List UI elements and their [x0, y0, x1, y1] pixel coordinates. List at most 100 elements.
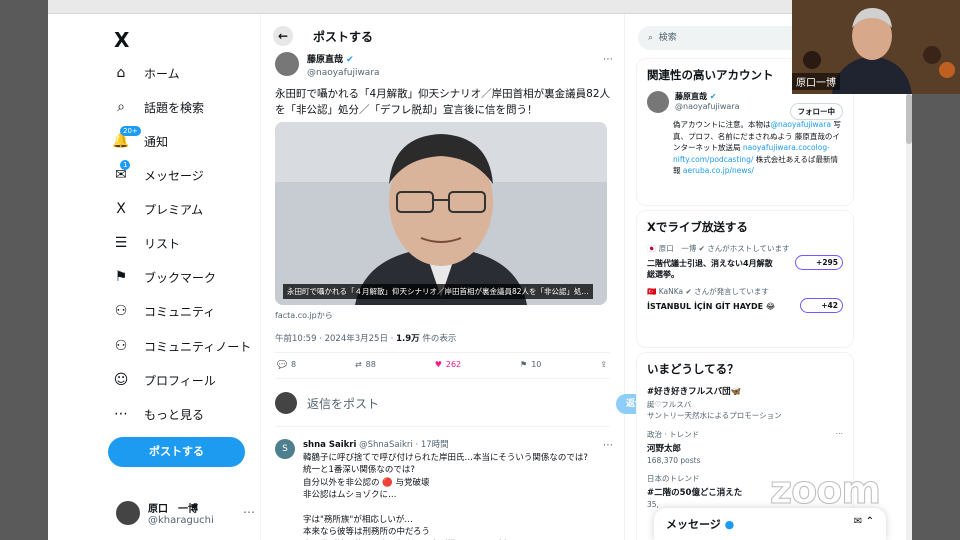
bell-icon: 🔔 20+: [112, 126, 141, 149]
avatar: [647, 91, 669, 113]
share-icon[interactable]: ⇪: [600, 360, 607, 369]
avatar: [275, 52, 299, 76]
search-icon: ⌕: [648, 33, 654, 43]
post-actions: 💬 8 ⇄ 88 ♥ 262 ⚑ 10 ⇪: [277, 360, 607, 369]
sidebar-item-8[interactable]: ⚇ コミュニティノート: [112, 335, 252, 357]
reply-line: 本来なら彼等は刑務所の中だろう: [303, 527, 430, 537]
repost-action[interactable]: ⇄ 88: [355, 360, 376, 369]
sidebar-item-6[interactable]: ⚑ ブックマーク: [112, 266, 216, 288]
sidebar-item-label: もっと見る: [144, 407, 205, 422]
mail-icon: ✉ 1: [112, 160, 131, 183]
page-title: ポストする: [313, 29, 374, 44]
image-caption: 永田町で囁かれる「４月解散」仰天シナリオ／岸田首相が裏金議員82人を「非公認」処…: [283, 284, 593, 299]
sidebar-item-label: ブックマーク: [144, 270, 217, 285]
x-logo-icon[interactable]: X: [114, 28, 129, 52]
related-account[interactable]: 藤原直哉 ✔ @naoyafujiwara フォロー中: [647, 91, 843, 120]
reply-author: shna Saikri @ShnaSaikri · 17時間: [303, 440, 449, 450]
sidebar-item-10[interactable]: ⋯ もっと見る: [112, 403, 204, 425]
post-author[interactable]: 藤原直哉 ✔ @naoyafujiwara: [275, 52, 380, 78]
account-switcher[interactable]: 原口 一博 @kharaguchi: [116, 500, 214, 526]
live-space-1[interactable]: 🇯🇵 原口 一博 ✔ さんがホストしています 二階代議士引退、消えない4月解散総…: [647, 243, 843, 280]
messages-icons[interactable]: ✉ ⌃: [854, 516, 874, 527]
link-source[interactable]: facta.co.jpから: [275, 310, 333, 321]
heart-icon: ♥: [434, 360, 442, 369]
trend-item[interactable]: #好き好きフルスバ団🦋 誕♡フルスバ サントリー天然水によるプロモーション: [647, 385, 843, 421]
sidebar-item-1[interactable]: ⌕ 話題を検索: [112, 96, 204, 118]
search-icon: ⌕: [117, 99, 125, 115]
post-meta: 午前10:59 · 2024年3月25日 · 1.9万 件の表示: [275, 334, 457, 344]
reply-line: [303, 502, 588, 514]
bookmark-icon: ⚑: [114, 269, 128, 285]
post-button[interactable]: ポストする: [108, 437, 245, 467]
related-handle: @naoyafujiwara: [675, 102, 740, 111]
reply-input[interactable]: 返信をポスト: [307, 395, 379, 412]
unread-dot-icon: ●: [724, 518, 735, 531]
sidebar-item-5[interactable]: ☰ リスト: [112, 232, 180, 254]
trend-title: #好き好きフルスバ団🦋: [647, 387, 742, 397]
video-thumbnail: 原口一博: [792, 0, 960, 94]
live-title: İSTANBUL İÇİN GİT HAYDE 😂: [647, 302, 776, 311]
account-name: 原口 一博: [148, 504, 198, 515]
scrollbar-thumb[interactable]: [906, 94, 912, 144]
live-title: 二階代議士引退、消えない4月解散総選挙。: [647, 259, 773, 279]
post-image[interactable]: 永田町で囁かれる「４月解散」仰天シナリオ／岸田首相が裏金議員82人を「非公認」処…: [275, 122, 607, 305]
home-icon: ⌂: [116, 65, 126, 81]
back-arrow-icon[interactable]: ←: [273, 26, 293, 46]
live-space-2[interactable]: 🇹🇷 KaNKa ✔ さんが発言しています İSTANBUL İÇİN GİT …: [647, 286, 843, 313]
author-handle: @naoyafujiwara: [307, 68, 380, 78]
more-icon: ⋯: [114, 406, 128, 422]
sidebar-item-4[interactable]: X プレミアム: [112, 198, 203, 220]
reply-line: 韓鶴子に呼び捨てで呼び付けられた岸田氏…本当にそういう関係なのでは?: [303, 452, 588, 463]
reply-post[interactable]: S shna Saikri @ShnaSaikri · 17時間 韓鶴子に呼び捨…: [275, 439, 615, 540]
bookmark-icon: ⚑: [520, 360, 528, 369]
sidebar-item-label: コミュニティノート: [144, 339, 252, 354]
divider: [275, 426, 610, 427]
divider: [275, 378, 610, 379]
post-more-icon[interactable]: ⋯: [603, 54, 613, 65]
sidebar-item-label: 話題を検索: [144, 100, 205, 115]
listener-count: +295: [795, 255, 843, 270]
sidebar-item-0[interactable]: ⌂ ホーム: [112, 62, 180, 84]
messages-label: メッセージ: [666, 518, 721, 531]
reply-action[interactable]: 💬 8: [277, 360, 296, 369]
trend-item[interactable]: 政治 · トレンド 河野太郎 168,370 posts ⋯: [647, 429, 843, 465]
browser-top-strip: [48, 0, 912, 14]
zoom-watermark: zoom: [770, 468, 882, 513]
avatar: S: [275, 439, 295, 459]
divider: [275, 352, 610, 353]
notification-badge: 1: [120, 160, 131, 170]
sidebar-item-label: 通知: [144, 134, 169, 149]
x-premium-icon: X: [116, 201, 126, 217]
following-button[interactable]: フォロー中: [789, 103, 843, 120]
reply-line: 自分以外を非公認の 🔴 与党破壊: [303, 477, 430, 488]
live-host: 🇹🇷 KaNKa ✔ さんが発言しています: [647, 287, 769, 296]
more-icon[interactable]: ⋯: [836, 429, 844, 438]
live-card: Xでライブ放送する 🇯🇵 原口 一博 ✔ さんがホストしています 二階代議士引退…: [636, 210, 854, 348]
like-action[interactable]: ♥ 262: [435, 360, 461, 369]
account-handle: @kharaguchi: [148, 515, 214, 526]
sidebar-item-label: プロフィール: [144, 373, 216, 388]
more-icon[interactable]: ⋯: [243, 505, 255, 519]
post-text: 永田町で囁かれる「4月解散」仰天シナリオ／岸田首相が裏金議員82人を「非公認」処…: [275, 88, 611, 116]
listener-count: +42: [800, 298, 843, 313]
bookmark-action[interactable]: ⚑ 10: [520, 360, 541, 369]
section-title: Xでライブ放送する: [647, 220, 748, 234]
participant-name: 原口一博: [792, 73, 840, 90]
avatar: [116, 501, 140, 525]
reply-text: 韓鶴子に呼び捨てで呼び付けられた岸田氏…本当にそういう関係なのでは? 統一と1番深…: [303, 452, 588, 540]
messages-drawer[interactable]: メッセージ ● ✉ ⌃: [654, 508, 886, 540]
sidebar-item-2[interactable]: 🔔 20+ 通知: [112, 126, 169, 152]
live-host: 🇯🇵 原口 一博 ✔ さんがホストしています: [647, 244, 790, 253]
community-icon: ⚇: [114, 303, 128, 319]
trend-title: 河野太郎: [647, 444, 682, 454]
browser-viewport: X ⌂ ホーム ⌕ 話題を検索 🔔 20+ 通知 ✉ 1 メッセージ X プレミアム ☰ リスト ⚑ ブックマ…: [48, 0, 912, 540]
reply-composer[interactable]: 返信をポスト: [275, 392, 610, 414]
promotion-label: サントリー天然水によるプロモーション: [647, 411, 782, 420]
portrait-photo: [275, 122, 607, 305]
community-notes-icon: ⚇: [114, 338, 128, 354]
sidebar-item-9[interactable]: ☺ プロフィール: [112, 369, 216, 391]
sidebar-item-label: リスト: [144, 236, 181, 251]
sidebar-item-3[interactable]: ✉ 1 メッセージ: [112, 160, 204, 186]
reply-more-icon[interactable]: ⋯: [603, 440, 613, 451]
sidebar-item-7[interactable]: ⚇ コミュニティ: [112, 300, 216, 322]
